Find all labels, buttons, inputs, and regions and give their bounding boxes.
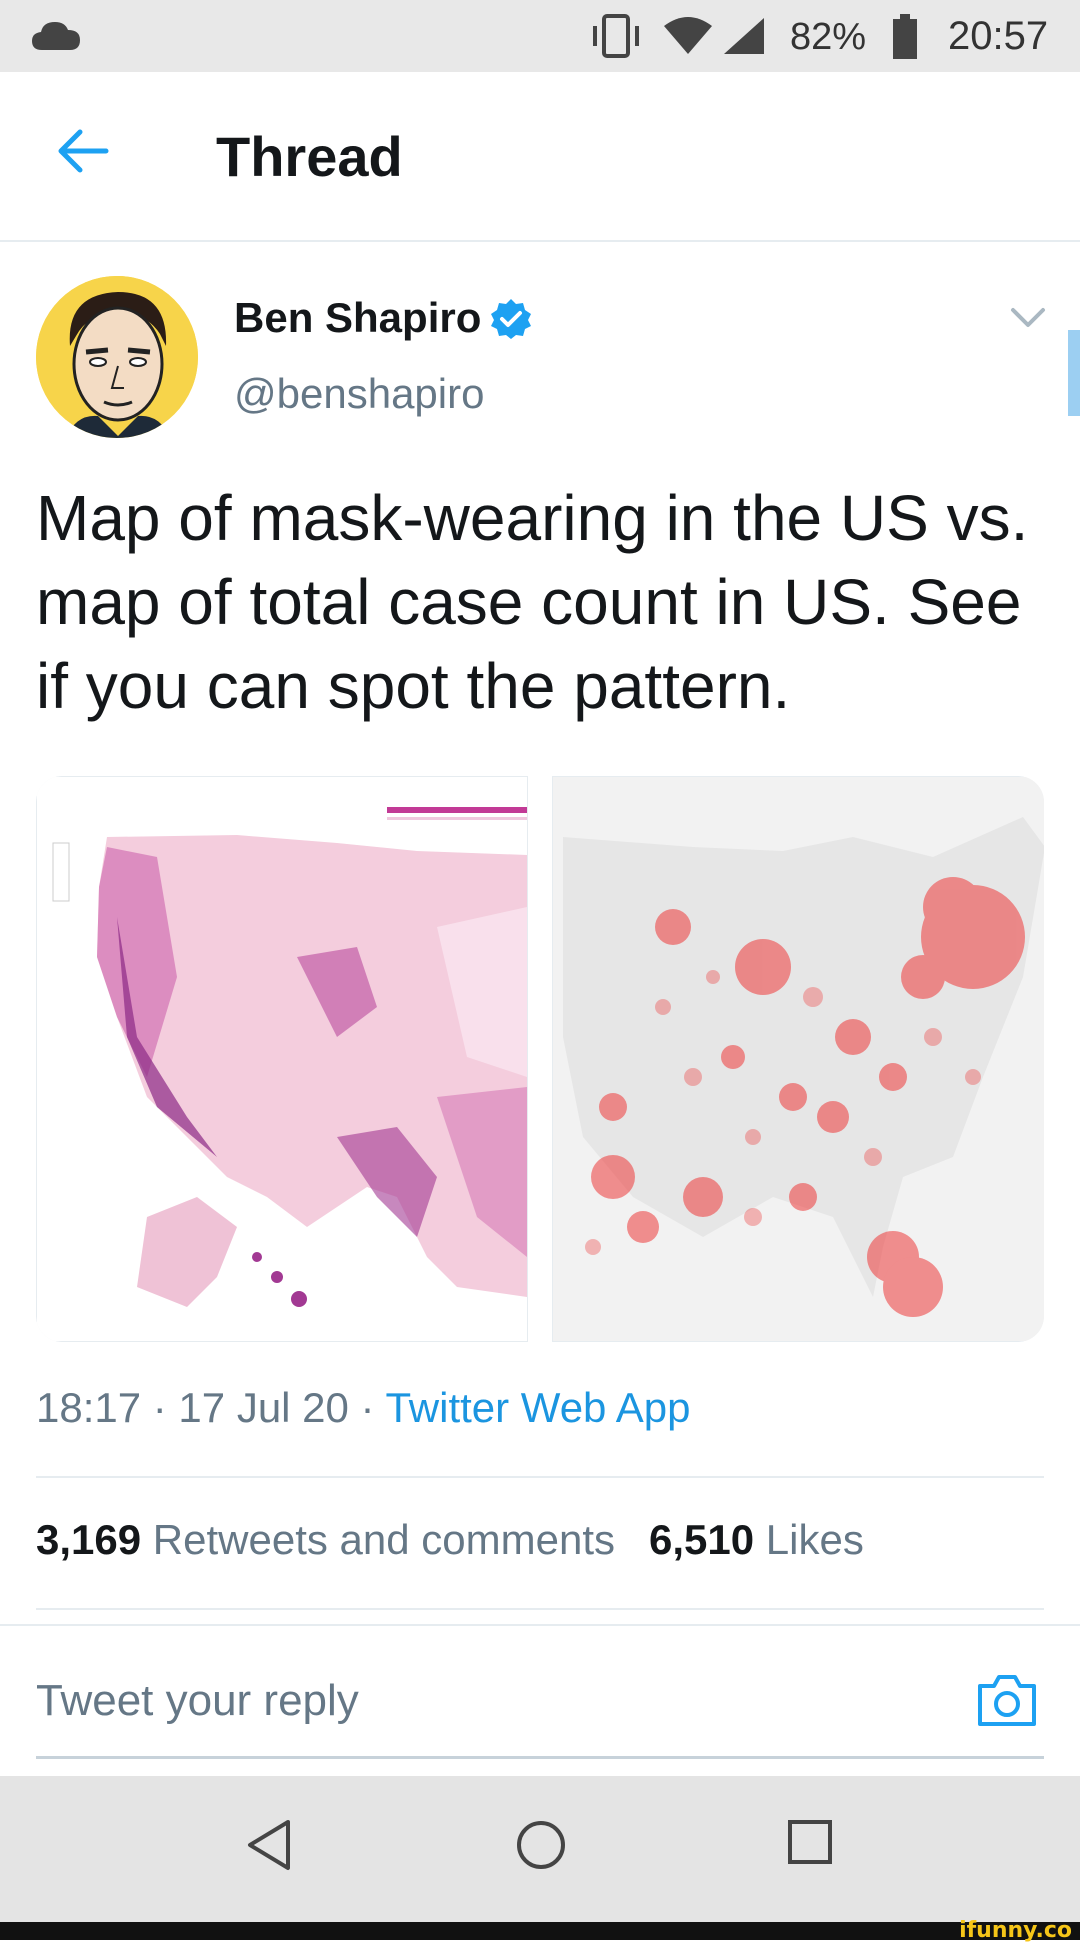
reply-input[interactable]: Tweet your reply [36,1676,359,1726]
wifi-icon [664,17,712,54]
tweet-timestamp: 18:17 · 17 Jul 20 · Twitter Web App [36,1384,691,1432]
author-name[interactable]: Ben Shapiro [234,294,481,342]
likes-label: Likes [765,1516,864,1563]
retweets-label: Retweets and comments [152,1516,615,1563]
avatar-illustration [36,276,198,438]
nav-recents-icon[interactable] [786,1818,834,1866]
scroll-indicator[interactable] [1068,330,1080,416]
tweet-source-link[interactable]: Twitter Web App [385,1384,690,1431]
tweet-text: Map of mask-wearing in the US vs. map of… [36,482,1029,722]
tweet-stats: 3,169 Retweets and comments 6,510 Likes [36,1516,864,1564]
retweets-stat[interactable]: 3,169 Retweets and comments [36,1516,615,1563]
reply-underline [36,1756,1044,1759]
watermark-strip [0,1922,1080,1940]
case-map-graphic [553,777,1044,1341]
tweet-time-date: 18:17 · 17 Jul 20 · [36,1384,386,1431]
cloud-icon [32,22,80,50]
arrow-left-icon[interactable] [56,128,110,174]
tweet-media[interactable] [36,776,1044,1342]
battery-percent: 82% [790,16,867,58]
avatar[interactable] [36,276,198,438]
divider [36,1476,1044,1478]
status-time: 20:57 [948,14,1049,58]
mask-map-graphic [37,777,527,1341]
divider [36,1608,1044,1610]
nav-home-icon[interactable] [514,1818,568,1872]
status-bar: 82% 20:57 [0,0,1080,72]
case-count-map-image[interactable] [552,776,1044,1342]
chevron-down-icon[interactable] [1010,306,1046,330]
page-title: Thread [216,125,403,188]
system-nav-bar [0,1776,1080,1922]
verified-badge-icon [491,299,531,339]
cell-signal-icon [724,18,764,54]
battery-icon [893,14,917,59]
author-handle[interactable]: @benshapiro [234,370,484,418]
mask-map-image[interactable] [36,776,528,1342]
camera-icon[interactable] [976,1672,1038,1728]
thread-header: Thread [0,72,1080,242]
divider [0,1624,1080,1626]
retweets-count: 3,169 [36,1516,142,1563]
likes-count: 6,510 [649,1516,755,1563]
vibrate-icon [593,14,639,58]
likes-stat[interactable]: 6,510 Likes [649,1516,864,1563]
nav-back-icon[interactable] [244,1818,294,1872]
watermark: ifunny.co [959,1918,1072,1943]
